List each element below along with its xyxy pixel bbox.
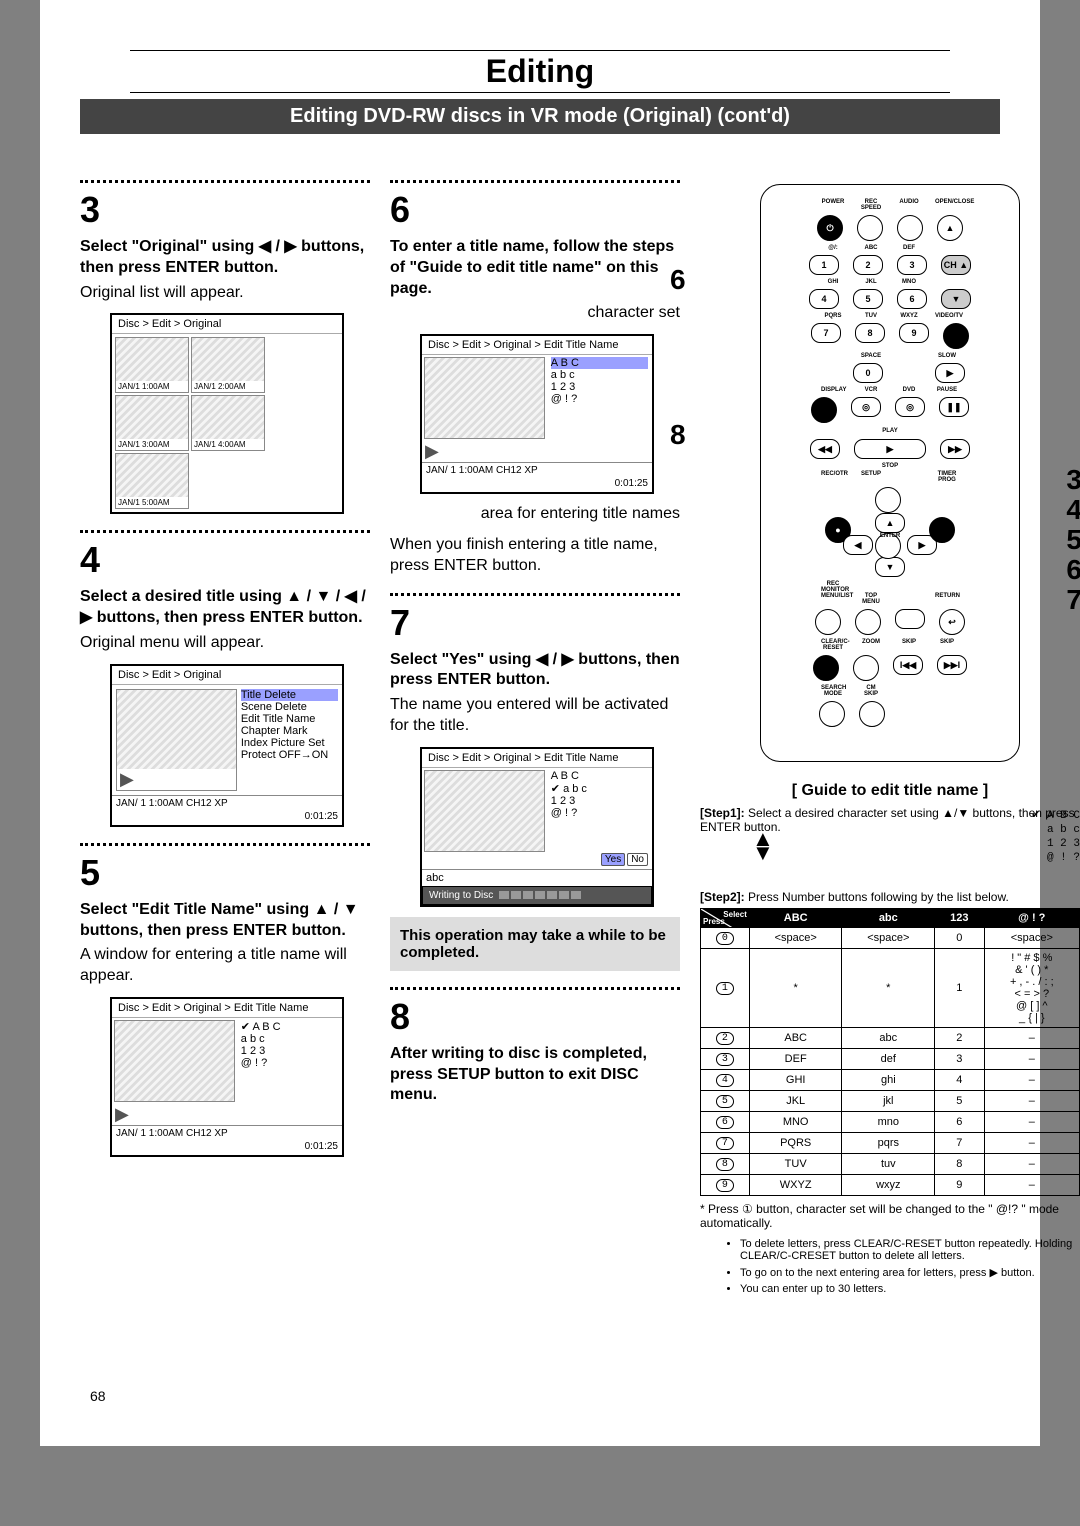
- screen-edit-title-3: Disc > Edit > Original > Edit Title Name…: [420, 747, 654, 907]
- callout-charset: character set: [390, 303, 680, 324]
- key-1[interactable]: 1: [809, 255, 839, 275]
- key-2[interactable]: 2: [853, 255, 883, 275]
- guide-step2: [Step2]: Press Number buttons following …: [700, 890, 1080, 904]
- guide-footnote: * Press ① button, character set will be …: [700, 1202, 1080, 1230]
- nav-pad: ● ▲ ◀ ▶ ▼ ENTER: [825, 487, 955, 577]
- remote-illustration: POWERREC SPEEDAUDIOOPEN/CLOSE ⏻▲ @/:ABCD…: [760, 184, 1020, 762]
- nav-down[interactable]: ▼: [875, 557, 905, 577]
- rew-button[interactable]: ◀◀: [810, 439, 840, 459]
- remote-callout-8-left: 8: [670, 419, 686, 451]
- recspeed-button[interactable]: [857, 215, 883, 241]
- remote-callout-5: 5: [1066, 524, 1080, 556]
- remote-callout-6-left: 6: [670, 264, 686, 296]
- play-button[interactable]: ▶: [854, 439, 926, 459]
- setup-button[interactable]: [875, 487, 901, 513]
- key-6[interactable]: 6: [897, 289, 927, 309]
- step-3-result: Original list will appear.: [80, 283, 370, 304]
- vcr-button[interactable]: ◎: [851, 397, 881, 417]
- screen-edit-title-2: Disc > Edit > Original > Edit Title Name…: [420, 334, 654, 494]
- nav-up[interactable]: ▲: [875, 513, 905, 533]
- table-diag-header: Select Press: [701, 909, 750, 928]
- step-num-4: 4: [80, 539, 370, 581]
- display-button[interactable]: [811, 397, 837, 423]
- ff-button[interactable]: ▶▶: [940, 439, 970, 459]
- searchmode-button[interactable]: [819, 701, 845, 727]
- timerprog-button[interactable]: [929, 517, 955, 543]
- key-0[interactable]: 0: [853, 363, 883, 383]
- step-num-6: 6: [390, 189, 680, 231]
- step-num-5: 5: [80, 852, 370, 894]
- screen-original-list: Disc > Edit > Original JAN/1 1:00AM JAN/…: [110, 313, 344, 514]
- step-7-instr: Select "Yes" using ◀ / ▶ buttons, then p…: [390, 650, 680, 692]
- ch-down-button[interactable]: ▼: [941, 289, 971, 309]
- step-7: 7 Select "Yes" using ◀ / ▶ buttons, then…: [390, 593, 680, 971]
- key-5[interactable]: 5: [853, 289, 883, 309]
- charset-table: Select Press ABC abc 123 @ ! ? 0<space><…: [700, 908, 1080, 1196]
- page-subtitle: Editing DVD-RW discs in VR mode (Origina…: [80, 99, 1000, 134]
- screen-edit-title-1: Disc > Edit > Original > Edit Title Name…: [110, 997, 344, 1157]
- title-band: Editing Editing DVD-RW discs in VR mode …: [80, 40, 1000, 134]
- key-7[interactable]: 7: [811, 323, 841, 343]
- cmskip-button[interactable]: [859, 701, 885, 727]
- key-9[interactable]: 9: [899, 323, 929, 343]
- key-3[interactable]: 3: [897, 255, 927, 275]
- ch-up-button[interactable]: CH ▲: [941, 255, 971, 275]
- return-button[interactable]: ↩: [939, 609, 965, 635]
- zoom-button[interactable]: [853, 655, 879, 681]
- remote-callout-4: 4: [1066, 494, 1080, 526]
- step-4-instr: Select a desired title using ▲ / ▼ / ◀ /…: [80, 587, 370, 629]
- topmenu-button[interactable]: [855, 609, 881, 635]
- step-7-result: The name you entered will be activated f…: [390, 695, 680, 737]
- audio-button[interactable]: [897, 215, 923, 241]
- guide-title: [ Guide to edit title name ]: [700, 782, 1080, 800]
- remote-callout-6-right: 6: [1066, 554, 1080, 586]
- step-3: 3 Select "Original" using ◀ / ▶ buttons,…: [80, 180, 370, 514]
- step-3-instr: Select "Original" using ◀ / ▶ buttons, t…: [80, 237, 370, 279]
- step-5: 5 Select "Edit Title Name" using ▲ / ▼ b…: [80, 843, 370, 1157]
- remote-callout-3: 3: [1066, 464, 1080, 496]
- recmonitor-button[interactable]: [895, 609, 925, 629]
- skip-prev-button[interactable]: I◀◀: [893, 655, 923, 675]
- slow-button[interactable]: ▶: [935, 363, 965, 383]
- key-4[interactable]: 4: [809, 289, 839, 309]
- step-5-result: A window for entering a title name will …: [80, 945, 370, 987]
- skip-next-button[interactable]: ▶▶I: [937, 655, 967, 675]
- pause-button[interactable]: ❚❚: [939, 397, 969, 417]
- power-button[interactable]: ⏻: [817, 215, 843, 241]
- step-6-after: When you finish entering a title name, p…: [390, 535, 680, 577]
- menulist-button[interactable]: [815, 609, 841, 635]
- guide-notes: To delete letters, press CLEAR/C-RESET b…: [700, 1238, 1080, 1295]
- step-6-instr: To enter a title name, follow the steps …: [390, 237, 680, 299]
- page-title: Editing: [80, 53, 1000, 90]
- step-5-instr: Select "Edit Title Name" using ▲ / ▼ but…: [80, 900, 370, 942]
- dvd-button[interactable]: ◎: [895, 397, 925, 417]
- step-4-result: Original menu will appear.: [80, 633, 370, 654]
- screen-original-menu: Disc > Edit > Original ▶ Title Delete Sc…: [110, 664, 344, 827]
- key-8[interactable]: 8: [855, 323, 885, 343]
- step-8: 8 After writing to disc is completed, pr…: [390, 987, 680, 1106]
- clear-button[interactable]: [813, 655, 839, 681]
- step-num-7: 7: [390, 602, 680, 644]
- step-6: 6 To enter a title name, follow the step…: [390, 180, 680, 577]
- remote-callout-7: 7: [1066, 584, 1080, 616]
- step-num-8: 8: [390, 996, 680, 1038]
- step-4: 4 Select a desired title using ▲ / ▼ / ◀…: [80, 530, 370, 826]
- callout-area: area for entering title names: [390, 504, 680, 525]
- videotv-button[interactable]: [943, 323, 969, 349]
- step-num-3: 3: [80, 189, 370, 231]
- step-8-instr: After writing to disc is completed, pres…: [390, 1044, 680, 1106]
- page-number: 68: [90, 1388, 106, 1404]
- note-may-take-while: This operation may take a while to be co…: [390, 917, 680, 971]
- openclose-button[interactable]: ▲: [937, 215, 963, 241]
